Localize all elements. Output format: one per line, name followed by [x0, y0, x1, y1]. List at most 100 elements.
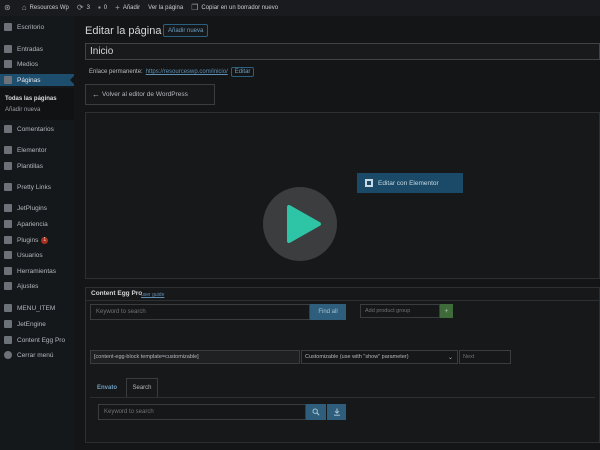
panel-divider — [85, 300, 600, 301]
sidebar-item-comentarios[interactable]: Comentarios — [0, 123, 74, 135]
sidebar-item-label: MENU_ITEM — [17, 304, 56, 312]
user-guide-link[interactable]: user guide — [141, 292, 164, 298]
view-page-link[interactable]: Ver la página — [144, 0, 187, 16]
elementor-preview-area — [85, 112, 600, 279]
video-play-button[interactable] — [263, 187, 337, 261]
sidebar-item-label: Plantillas — [17, 162, 44, 170]
jetengine-icon — [4, 320, 12, 328]
sidebar-item-label: Entradas — [17, 45, 44, 53]
media-icon — [4, 60, 12, 68]
sidebar-item-label: Content Egg Pro — [17, 336, 66, 344]
dashboard-icon — [4, 23, 12, 31]
sidebar-item-content-egg[interactable]: Content Egg Pro — [0, 334, 74, 346]
tab-envato[interactable]: Envato — [90, 378, 124, 397]
sidebar-item-label: Páginas — [17, 76, 41, 84]
updates-count: 3 — [86, 5, 90, 11]
shortcode-template-field[interactable]: [content-egg-block template=customizable… — [90, 350, 300, 364]
new-content-link[interactable]: + Añadir — [111, 0, 144, 16]
jetplugins-icon — [4, 204, 12, 212]
sidebar-item-usuarios[interactable]: Usuarios — [0, 249, 74, 261]
tabs-divider — [90, 397, 595, 398]
sidebar-item-plugins[interactable]: Plugins 1 — [0, 234, 74, 246]
sidebar-item-pretty-links[interactable]: Pretty Links — [0, 181, 74, 193]
sidebar-item-label: JetPlugins — [17, 204, 47, 212]
sidebar-item-label: Pretty Links — [17, 183, 51, 191]
add-product-group-button[interactable]: + — [440, 304, 453, 318]
egg-icon — [4, 336, 12, 344]
sidebar-item-label: Comentarios — [17, 125, 54, 133]
sidebar-collapse-menu[interactable]: Cerrar menú — [0, 349, 74, 361]
admin-sidebar: Escritorio Entradas Medios Páginas Todas… — [0, 16, 74, 450]
sidebar-item-ajustes[interactable]: Ajustes — [0, 280, 74, 292]
tab-search[interactable]: Search — [126, 378, 158, 397]
permalink-edit-button[interactable]: Editar — [230, 67, 255, 77]
sidebar-item-label: Escritorio — [17, 23, 45, 31]
plugins-update-badge: 1 — [41, 236, 49, 244]
permalink-url[interactable]: https://resourceswp.com/inicio/ — [146, 69, 228, 75]
module-keyword-input[interactable]: Keyword to search — [98, 404, 306, 420]
next-input[interactable]: Next — [459, 350, 511, 364]
sidebar-item-menu-item[interactable]: MENU_ITEM — [0, 302, 74, 314]
keyword-search-input[interactable]: Keyword to search — [90, 304, 310, 320]
chevron-down-icon: ⌄ — [447, 355, 453, 361]
main-content: Editar la página Añadir nueva Inicio Enl… — [74, 16, 600, 450]
new-label: Añadir — [122, 5, 141, 11]
plugins-icon — [4, 236, 12, 244]
module-download-button[interactable] — [327, 404, 346, 420]
search-icon — [312, 408, 320, 416]
page-title: Editar la página — [85, 25, 162, 37]
submenu-add-new[interactable]: Añadir nueva — [5, 107, 40, 113]
sidebar-item-escritorio[interactable]: Escritorio — [0, 21, 74, 33]
post-title-input[interactable]: Inicio — [85, 43, 600, 60]
permalink-row: Enlace permanente: https://resourceswp.c… — [89, 67, 255, 77]
elementor-icon — [365, 179, 373, 187]
elementor-icon — [4, 146, 12, 154]
menu-item-icon — [4, 304, 12, 312]
settings-icon — [4, 282, 12, 290]
copy-icon: ❐ — [191, 3, 199, 12]
product-group-select[interactable]: Add product group — [360, 304, 440, 318]
find-all-button[interactable]: Find all — [310, 304, 346, 320]
template-type-value: Customizable (use with "show" parameter) — [305, 354, 409, 360]
edit-with-elementor-button[interactable]: Editar con Elementor — [357, 173, 463, 193]
sidebar-item-plantillas[interactable]: Plantillas — [0, 160, 74, 172]
sidebar-item-label: Apariencia — [17, 220, 48, 228]
sidebar-item-jetplugins[interactable]: JetPlugins — [0, 202, 74, 214]
site-name-link[interactable]: ⌂ Resources Wp — [18, 0, 73, 16]
sidebar-item-medios[interactable]: Medios — [0, 58, 74, 70]
admin-bar: ⊛ ⌂ Resources Wp ⟳ 3 ▪ 0 + Añadir Ver la pág… — [0, 0, 600, 16]
pages-icon — [4, 76, 12, 84]
sidebar-item-label: Cerrar menú — [17, 351, 54, 359]
sidebar-item-label: Ajustes — [17, 282, 39, 290]
template-type-select[interactable]: Customizable (use with "show" parameter)… — [301, 350, 458, 364]
templates-icon — [4, 162, 12, 170]
wp-logo[interactable]: ⊛ — [0, 0, 18, 16]
edit-with-elementor-label: Editar con Elementor — [378, 179, 439, 187]
sidebar-item-herramientas[interactable]: Herramientas — [0, 265, 74, 277]
sidebar-item-paginas[interactable]: Páginas — [0, 74, 74, 86]
sidebar-item-jetengine[interactable]: JetEngine — [0, 318, 74, 330]
sidebar-item-label: Plugins — [17, 236, 39, 244]
sidebar-item-apariencia[interactable]: Apariencia — [0, 218, 74, 230]
download-icon — [333, 408, 340, 416]
copy-draft-link[interactable]: ❐ Copiar en un borrador nuevo — [187, 0, 282, 16]
comments-link[interactable]: ▪ 0 — [94, 0, 111, 16]
updates-icon: ⟳ — [76, 3, 84, 12]
updates-link[interactable]: ⟳ 3 — [73, 0, 94, 16]
sidebar-item-label: Usuarios — [17, 251, 43, 259]
sidebar-item-label: JetEngine — [17, 320, 46, 328]
appearance-icon — [4, 220, 12, 228]
sidebar-item-label: Medios — [17, 60, 38, 68]
add-new-button[interactable]: Añadir nueva — [163, 24, 209, 37]
submenu-all-pages[interactable]: Todas las páginas — [5, 96, 57, 102]
sidebar-item-elementor[interactable]: Elementor — [0, 144, 74, 156]
home-icon: ⌂ — [21, 3, 27, 12]
wordpress-icon: ⊛ — [4, 3, 11, 12]
sidebar-item-entradas[interactable]: Entradas — [0, 43, 74, 55]
tools-icon — [4, 267, 12, 275]
module-search-button[interactable] — [306, 404, 326, 420]
sidebar-item-label: Herramientas — [17, 267, 57, 275]
play-icon — [287, 205, 321, 243]
back-to-wp-editor-button[interactable]: ← Volver al editor de WordPress — [85, 84, 215, 105]
sidebar-item-label: Elementor — [17, 146, 47, 154]
